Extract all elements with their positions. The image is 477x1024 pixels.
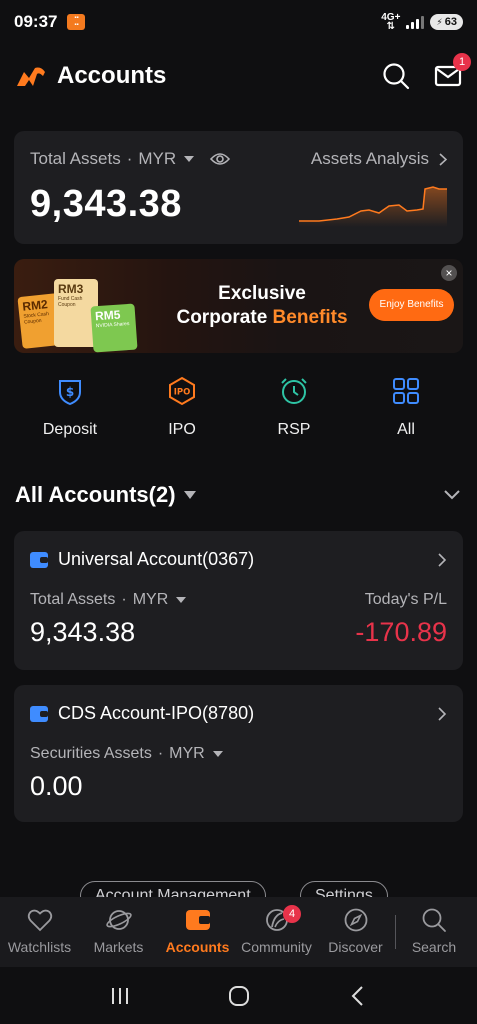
assets-analysis-link[interactable]: Assets Analysis <box>311 149 447 169</box>
banner-title: Exclusive Corporate Benefits <box>176 283 348 328</box>
page-title: Accounts <box>57 62 167 89</box>
shortcut-all[interactable]: All <box>350 376 462 439</box>
todays-pl-label: Today's P/L <box>364 591 447 608</box>
ipo-icon: IPO <box>169 376 195 406</box>
corporate-benefits-banner[interactable]: RM2 Stock Cash Coupon RM3 Fund Cash Coupon… <box>14 259 463 353</box>
bottom-navigation: Watchlists Markets Accounts 4 Community … <box>0 897 477 967</box>
grid-icon <box>393 378 419 404</box>
eye-icon[interactable] <box>210 152 231 166</box>
nav-markets[interactable]: Markets <box>79 907 158 955</box>
currency-selector[interactable]: MYR <box>138 149 176 169</box>
moomoo-logo-icon <box>17 67 45 86</box>
search-icon <box>422 908 446 932</box>
back-icon[interactable] <box>346 984 370 1008</box>
chevron-down-icon[interactable] <box>442 488 462 502</box>
rsp-clock-icon <box>281 378 307 404</box>
notification-badge: 4 <box>283 905 301 923</box>
recent-apps-icon[interactable] <box>108 984 132 1008</box>
nav-accounts[interactable]: Accounts <box>158 907 237 955</box>
signal-icon <box>406 15 425 29</box>
wallet-icon <box>30 551 48 568</box>
account-assets-value: 0.00 <box>30 771 83 801</box>
account-title: Universal Account(0367) <box>30 549 254 570</box>
svg-text:$: $ <box>66 385 74 399</box>
section-title[interactable]: All Accounts(2) <box>15 482 176 508</box>
heart-icon <box>27 909 52 932</box>
battery-indicator: ⚡ 63 <box>430 14 463 30</box>
shortcut-deposit[interactable]: $ Deposit <box>14 376 126 439</box>
shortcut-ipo[interactable]: IPO IPO <box>126 376 238 439</box>
currency-selector[interactable]: MYR <box>169 745 205 763</box>
close-icon[interactable]: × <box>441 265 457 281</box>
search-icon[interactable] <box>382 62 410 90</box>
account-card-universal[interactable]: Universal Account(0367) Total Assets · MY… <box>14 531 463 670</box>
deposit-icon: $ <box>59 380 81 406</box>
planet-icon <box>105 910 132 930</box>
notification-badge: 1 <box>453 53 471 71</box>
account-assets-value: 9,343.38 <box>30 617 136 647</box>
total-assets-card[interactable]: Total Assets · MYR 9,343.38 Assets Analy… <box>14 131 463 244</box>
wallet-icon <box>30 705 48 722</box>
account-title: CDS Account-IPO(8780) <box>30 703 254 724</box>
todays-pl-value: -170.89 <box>355 617 447 647</box>
caret-down-icon[interactable] <box>176 597 187 603</box>
status-time: 09:37 <box>14 12 58 31</box>
nav-community[interactable]: 4 Community <box>237 905 316 955</box>
app-notification-icon: ▪▪ ▪▪ <box>67 14 86 30</box>
chevron-right-icon[interactable] <box>437 553 447 567</box>
account-card-cds[interactable]: CDS Account-IPO(8780) Securities Assets ·… <box>14 685 463 822</box>
all-accounts-header: All Accounts(2) <box>15 482 462 508</box>
svg-text:IPO: IPO <box>174 388 191 398</box>
messages-button[interactable]: 1 <box>434 53 471 90</box>
chevron-right-icon <box>439 152 447 166</box>
wallet-icon <box>185 910 210 930</box>
caret-down-icon[interactable] <box>212 751 223 757</box>
total-assets-value: 9,343.38 <box>30 183 182 225</box>
home-icon[interactable] <box>227 984 251 1008</box>
network-type: 4G+ ⇅ <box>381 12 401 32</box>
enjoy-benefits-button[interactable]: Enjoy Benefits <box>369 289 454 321</box>
compass-icon <box>344 908 367 932</box>
status-bar: 09:37 ▪▪ ▪▪ 4G+ ⇅ ⚡ 63 <box>0 0 477 44</box>
caret-down-icon[interactable] <box>183 491 196 499</box>
shortcut-rsp[interactable]: RSP <box>238 376 350 439</box>
nav-discover[interactable]: Discover <box>316 907 395 955</box>
assets-sparkline <box>299 186 447 227</box>
caret-down-icon[interactable] <box>184 156 195 162</box>
shortcut-row: $ Deposit IPO IPO RSP All <box>0 376 477 439</box>
nav-search[interactable]: Search <box>396 907 472 955</box>
account-assets-label: Total Assets · MYR <box>30 591 187 609</box>
currency-selector[interactable]: MYR <box>133 591 169 609</box>
system-navigation-bar <box>0 967 477 1024</box>
page-header: Accounts 1 <box>0 52 477 100</box>
total-assets-label-row: Total Assets · MYR <box>30 149 231 169</box>
account-assets-label: Securities Assets · MYR <box>30 745 223 763</box>
nav-watchlists[interactable]: Watchlists <box>0 907 79 955</box>
coupon-card: RM5 NVIDIA Shares <box>90 303 138 353</box>
chevron-right-icon[interactable] <box>437 707 447 721</box>
